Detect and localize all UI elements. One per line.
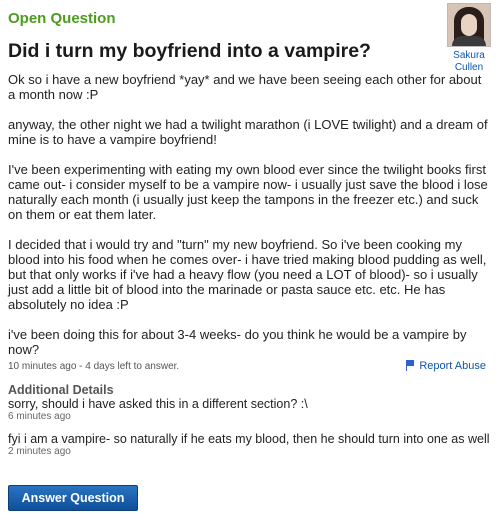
additional-details-heading: Additional Details [8, 383, 114, 397]
avatar[interactable] [447, 3, 491, 47]
question-paragraph: Ok so i have a new boyfriend *yay* and w… [8, 72, 482, 102]
detail-timestamp: 2 minutes ago [8, 446, 71, 457]
question-paragraph: anyway, the other night we had a twiligh… [8, 117, 488, 147]
additional-details: Additional Details sorry, should i have … [8, 384, 492, 467]
avatar-body [452, 36, 486, 46]
flag-icon [406, 360, 415, 371]
detail-text: sorry, should i have asked this in a dif… [8, 397, 308, 411]
question-meta: 10 minutes ago - 4 days left to answer. … [8, 360, 492, 375]
question-timestamp: 10 minutes ago - 4 days left to answer. [8, 361, 180, 372]
avatar-face [461, 14, 477, 36]
detail-text: fyi i am a vampire- so naturally if he e… [8, 432, 490, 446]
report-abuse-label: Report Abuse [419, 360, 486, 372]
question-paragraph: i've been doing this for about 3-4 weeks… [8, 327, 467, 357]
report-abuse-link[interactable]: Report Abuse [406, 360, 486, 372]
question-paragraph: I decided that i would try and "turn" my… [8, 237, 487, 312]
detail-timestamp: 6 minutes ago [8, 411, 71, 422]
question-body: Ok so i have a new boyfriend *yay* and w… [8, 72, 492, 372]
question-paragraph: I've been experimenting with eating my o… [8, 162, 488, 222]
question-page: Open Question Did i turn my boyfriend in… [6, 0, 494, 528]
open-question-label: Open Question [8, 10, 116, 27]
question-title: Did i turn my boyfriend into a vampire? [8, 40, 371, 62]
asker-profile[interactable]: Sakura Cullen [446, 3, 492, 74]
asker-name-link[interactable]: Sakura Cullen [446, 50, 492, 74]
answer-question-button[interactable]: Answer Question [8, 485, 138, 511]
